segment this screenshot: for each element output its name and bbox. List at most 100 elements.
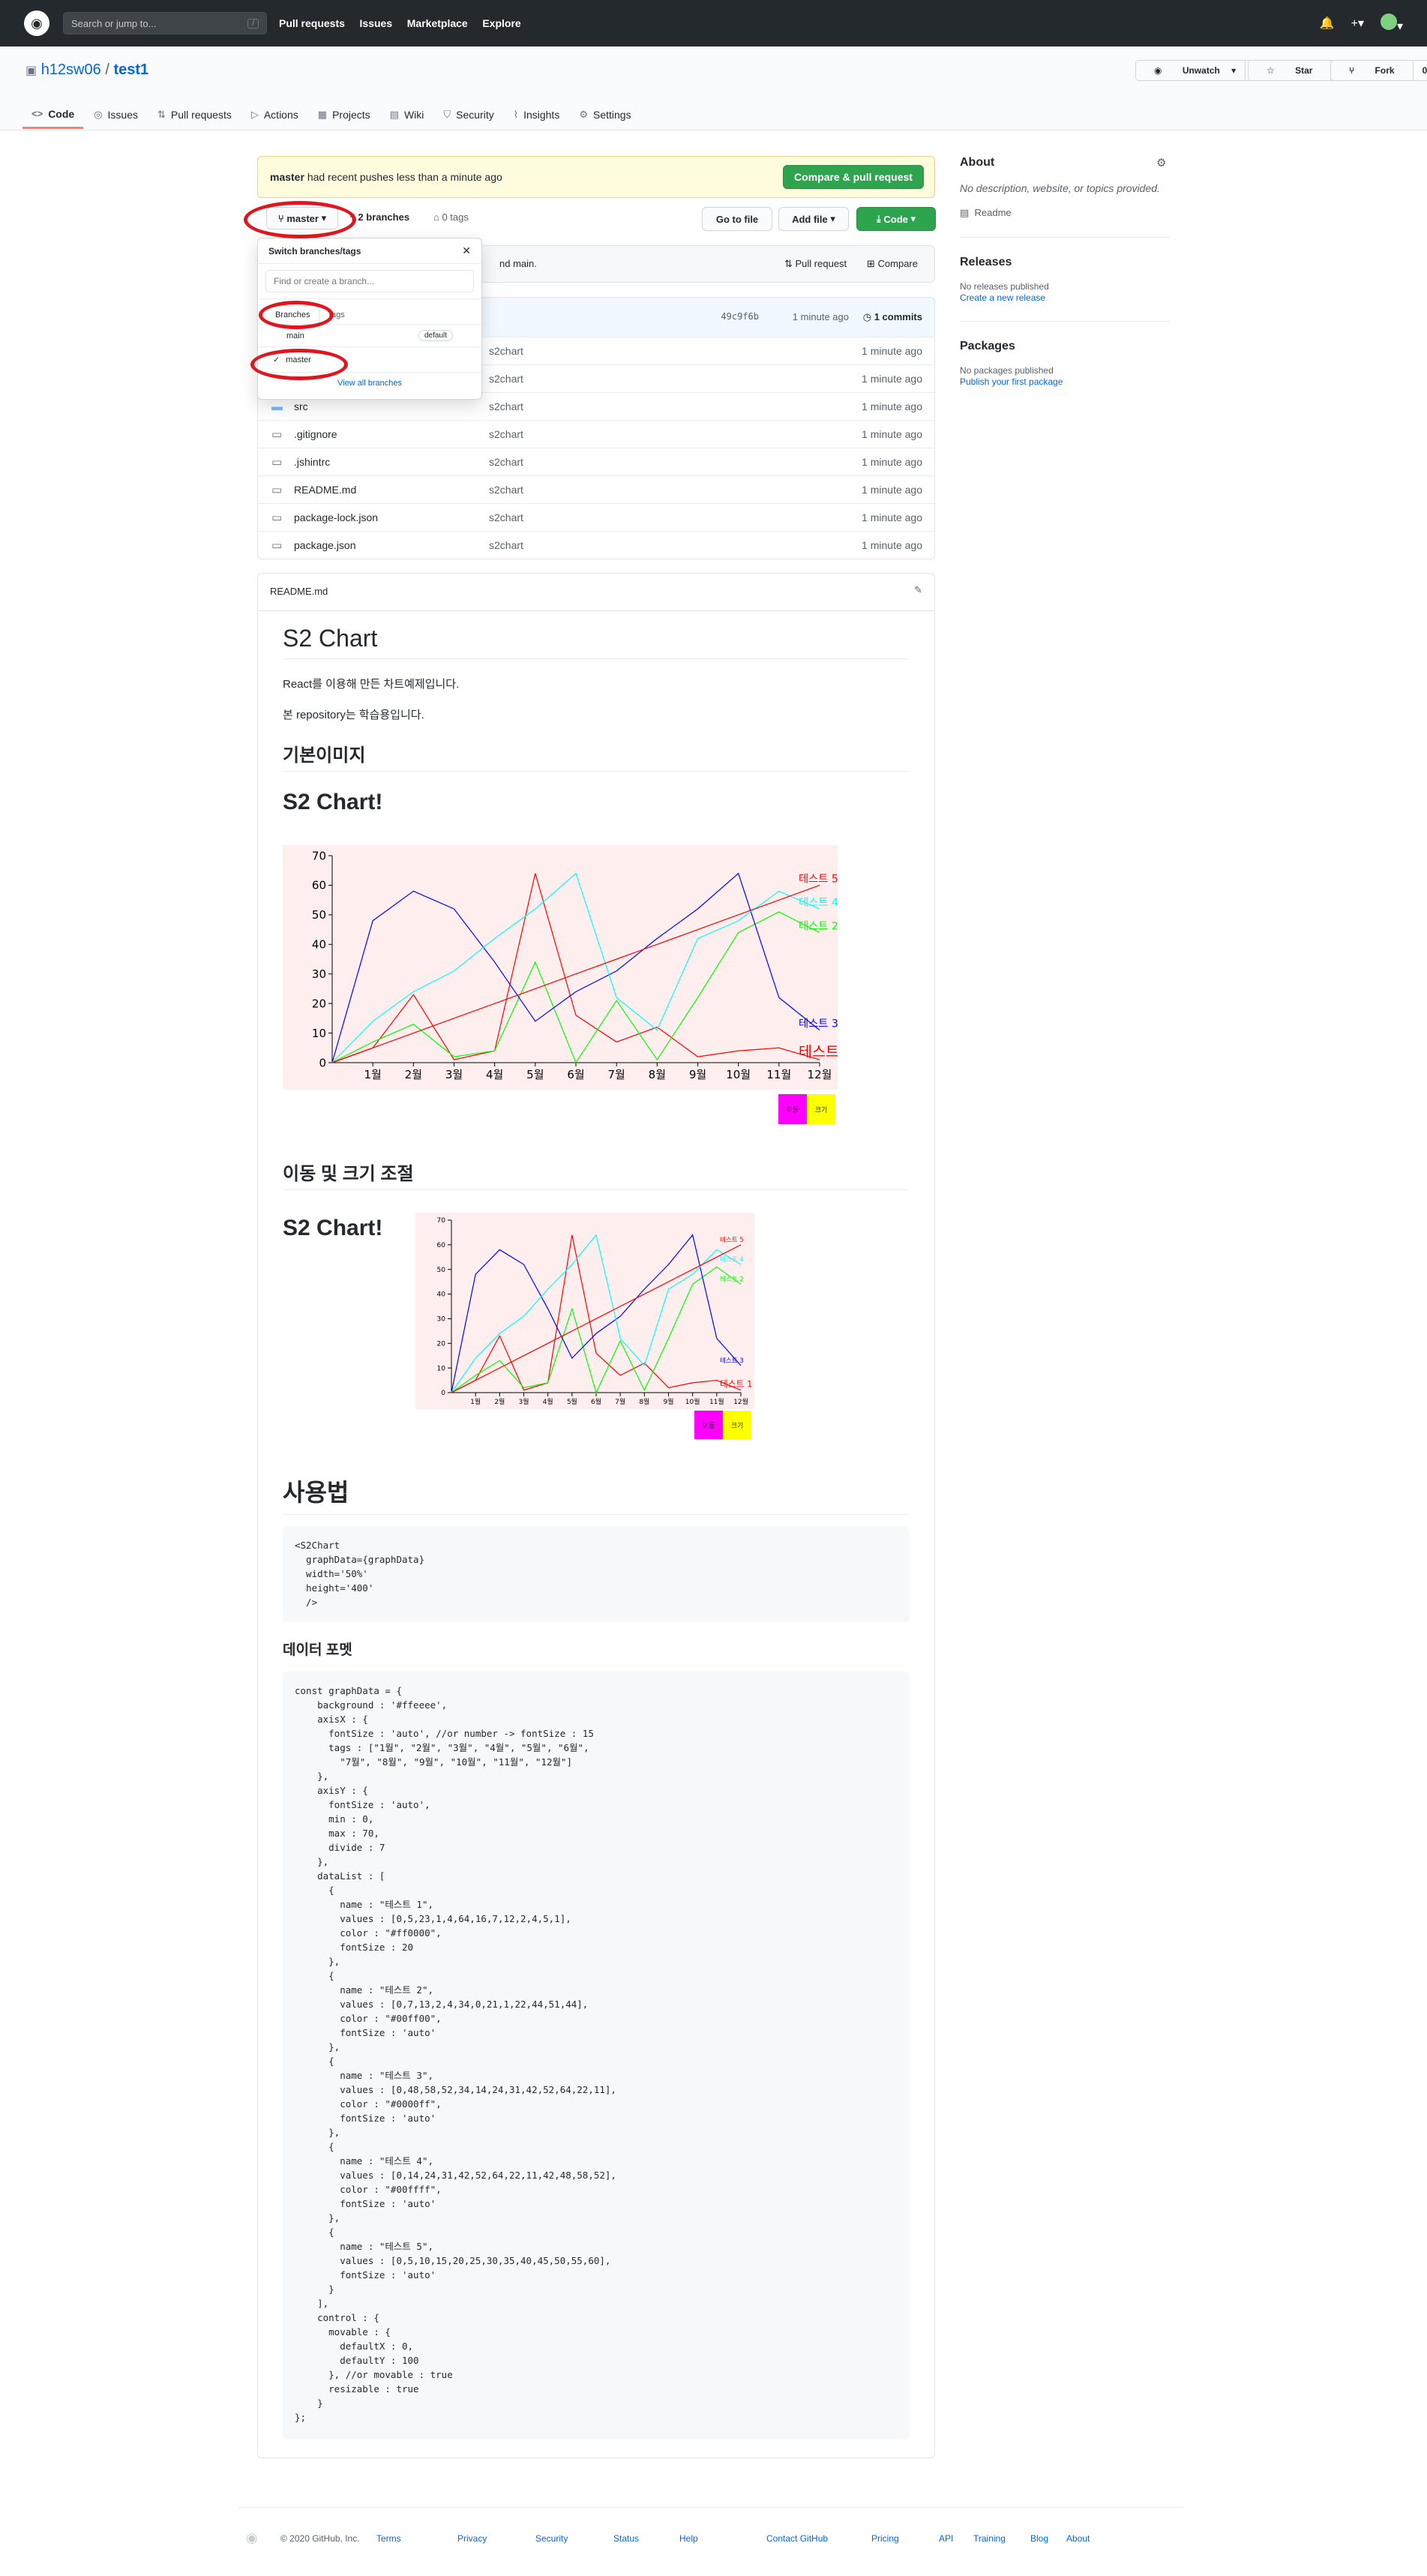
- readme-link[interactable]: ▤ Readme: [960, 207, 1170, 219]
- commit-message[interactable]: s2chart: [489, 484, 523, 496]
- code-line: },: [295, 2127, 340, 2138]
- code-button[interactable]: ⤓ Code ▾: [856, 207, 936, 231]
- tab-security[interactable]: ⛉ Security: [434, 100, 502, 129]
- footer-link-api[interactable]: API: [939, 2533, 953, 2544]
- footer-link-terms[interactable]: Terms: [376, 2533, 401, 2544]
- commit-time: 1 minute ago: [862, 539, 922, 551]
- code-line: fontSize : 'auto': [295, 2269, 436, 2281]
- file-row[interactable]: ▭ package-lock.json s2chart 1 minute ago: [258, 503, 934, 531]
- file-name[interactable]: package-lock.json: [294, 511, 378, 523]
- tab-code[interactable]: <> Code: [22, 100, 84, 129]
- nav-marketplace[interactable]: Marketplace: [407, 17, 468, 29]
- file-icon: ▭: [271, 484, 283, 496]
- file-row[interactable]: ▭ README.md s2chart 1 minute ago: [258, 475, 934, 503]
- footer-link-blog[interactable]: Blog: [1030, 2533, 1048, 2544]
- footer-link-training[interactable]: Training: [973, 2533, 1006, 2544]
- footer-link-about[interactable]: About: [1066, 2533, 1090, 2544]
- code-line: movable : {: [295, 2326, 391, 2338]
- compare-link[interactable]: ⊞ Compare: [867, 258, 918, 270]
- bell-icon[interactable]: 🔔: [1320, 16, 1335, 31]
- about-heading: About: [960, 156, 995, 169]
- tab-issues[interactable]: ◎ Issues: [85, 100, 147, 129]
- commit-message[interactable]: s2chart: [489, 511, 523, 523]
- commit-sha[interactable]: 49c9f6b: [721, 311, 759, 322]
- tab-pull-requests[interactable]: ⇅ Pull requests: [148, 100, 241, 129]
- tab-wiki[interactable]: ▤ Wiki: [381, 100, 433, 129]
- banner-branch: master: [270, 171, 304, 183]
- resize-button[interactable]: 크기: [807, 1094, 835, 1124]
- tab-projects[interactable]: ▦ Projects: [309, 100, 379, 129]
- file-icon: ▭: [271, 456, 283, 469]
- code-line: values : [0,5,10,15,20,25,30,35,40,45,50…: [295, 2255, 611, 2266]
- about-description: No description, website, or topics provi…: [960, 182, 1160, 194]
- fork-count[interactable]: 0: [1412, 61, 1427, 80]
- footer-link-privacy[interactable]: Privacy: [457, 2533, 487, 2544]
- create-release-link[interactable]: Create a new release: [960, 292, 1045, 303]
- avatar[interactable]: ▾: [1380, 13, 1403, 34]
- repo-owner-link[interactable]: h12sw06: [41, 61, 101, 78]
- y-tick-label: 30: [312, 967, 326, 981]
- nav-issues[interactable]: Issues: [360, 17, 393, 29]
- commit-message[interactable]: s2chart: [489, 345, 523, 357]
- footer-link-contact-github[interactable]: Contact GitHub: [766, 2533, 828, 2544]
- file-name[interactable]: src: [294, 400, 308, 412]
- footer-link-security[interactable]: Security: [535, 2533, 568, 2544]
- nav-explore[interactable]: Explore: [482, 17, 520, 29]
- file-row[interactable]: ▭ .gitignore s2chart 1 minute ago: [258, 420, 934, 448]
- repo-header: ▣ h12sw06 / test1 ◉ Unwatch ▾1 ☆ Star0 ⑂…: [0, 46, 1427, 130]
- code-line: fontSize : 'auto': [295, 2198, 436, 2209]
- resize-button-2[interactable]: 크기: [723, 1411, 751, 1439]
- series-label-5: 테스트 5: [799, 872, 838, 885]
- file-name[interactable]: package.json: [294, 539, 356, 551]
- move-button-2[interactable]: 이동: [694, 1411, 723, 1439]
- move-button[interactable]: 이동: [778, 1094, 807, 1124]
- commit-message[interactable]: s2chart: [489, 428, 523, 440]
- code-line: color : "#ff0000",: [295, 1927, 442, 1939]
- commits-link[interactable]: ◷ 1 commits: [863, 311, 922, 323]
- file-icon: ▭: [271, 539, 283, 552]
- file-name[interactable]: .jshintrc: [294, 456, 330, 468]
- file-name[interactable]: README.md: [294, 484, 356, 496]
- go-to-file-button[interactable]: Go to file: [702, 207, 772, 231]
- fork-button[interactable]: ⑂ Fork 0: [1330, 60, 1427, 81]
- footer-link-help[interactable]: Help: [679, 2533, 698, 2544]
- commit-message[interactable]: s2chart: [489, 373, 523, 385]
- code-line: ],: [295, 2298, 329, 2309]
- tags-link[interactable]: ⌂ 0 tags: [433, 211, 469, 223]
- publish-package-link[interactable]: Publish your first package: [960, 376, 1063, 387]
- y-tick-label: 50: [312, 908, 326, 922]
- pull-request-link[interactable]: ⇅ Pull request: [784, 258, 847, 270]
- github-footer-logo-icon[interactable]: ◉: [246, 2530, 258, 2546]
- footer-link-pricing[interactable]: Pricing: [871, 2533, 899, 2544]
- branch-filter-input[interactable]: [265, 270, 474, 292]
- close-icon[interactable]: ✕: [462, 244, 471, 257]
- chart-title-2: S2 Chart!: [283, 1216, 383, 1240]
- x-tick-label: 1월: [364, 1068, 381, 1081]
- pencil-icon[interactable]: ✎: [914, 584, 922, 596]
- branches-link[interactable]: ⑂ 2 branches: [349, 211, 409, 223]
- search-input[interactable]: Search or jump to... /: [63, 12, 267, 34]
- tab-settings[interactable]: ⚙ Settings: [570, 100, 640, 129]
- readme-box: README.md ✎ S2 Chart React를 이용해 만든 차트예제입니…: [257, 573, 935, 2458]
- gear-icon[interactable]: ⚙: [1156, 156, 1166, 169]
- compare-pull-request-button[interactable]: Compare & pull request: [783, 165, 924, 189]
- github-logo-icon[interactable]: ◉: [24, 10, 49, 36]
- y-tick-label: 40: [312, 938, 326, 952]
- tab-actions[interactable]: ▷ Actions: [242, 100, 307, 129]
- commit-message[interactable]: s2chart: [489, 456, 523, 468]
- y-tick-label: 0: [319, 1056, 326, 1069]
- file-row[interactable]: ▭ .jshintrc s2chart 1 minute ago: [258, 448, 934, 475]
- footer: ◉ © 2020 GitHub, Inc. Terms Privacy Securi…: [238, 2507, 1183, 2552]
- add-file-button[interactable]: Add file ▾: [778, 207, 849, 231]
- plus-icon[interactable]: +▾: [1351, 16, 1364, 31]
- commit-message[interactable]: s2chart: [489, 539, 523, 551]
- nav-pull-requests[interactable]: Pull requests: [279, 17, 345, 29]
- commit-message[interactable]: s2chart: [489, 400, 523, 412]
- file-name[interactable]: .gitignore: [294, 428, 337, 440]
- series-label-4: 테스트 4: [720, 1255, 744, 1264]
- tab-insights[interactable]: ⌇ Insights: [505, 100, 569, 129]
- footer-link-status[interactable]: Status: [613, 2533, 639, 2544]
- file-row[interactable]: ▭ package.json s2chart 1 minute ago: [258, 531, 934, 559]
- repo-name-link[interactable]: test1: [113, 61, 148, 78]
- readme-note: 본 repository는 학습용입니다.: [283, 709, 424, 721]
